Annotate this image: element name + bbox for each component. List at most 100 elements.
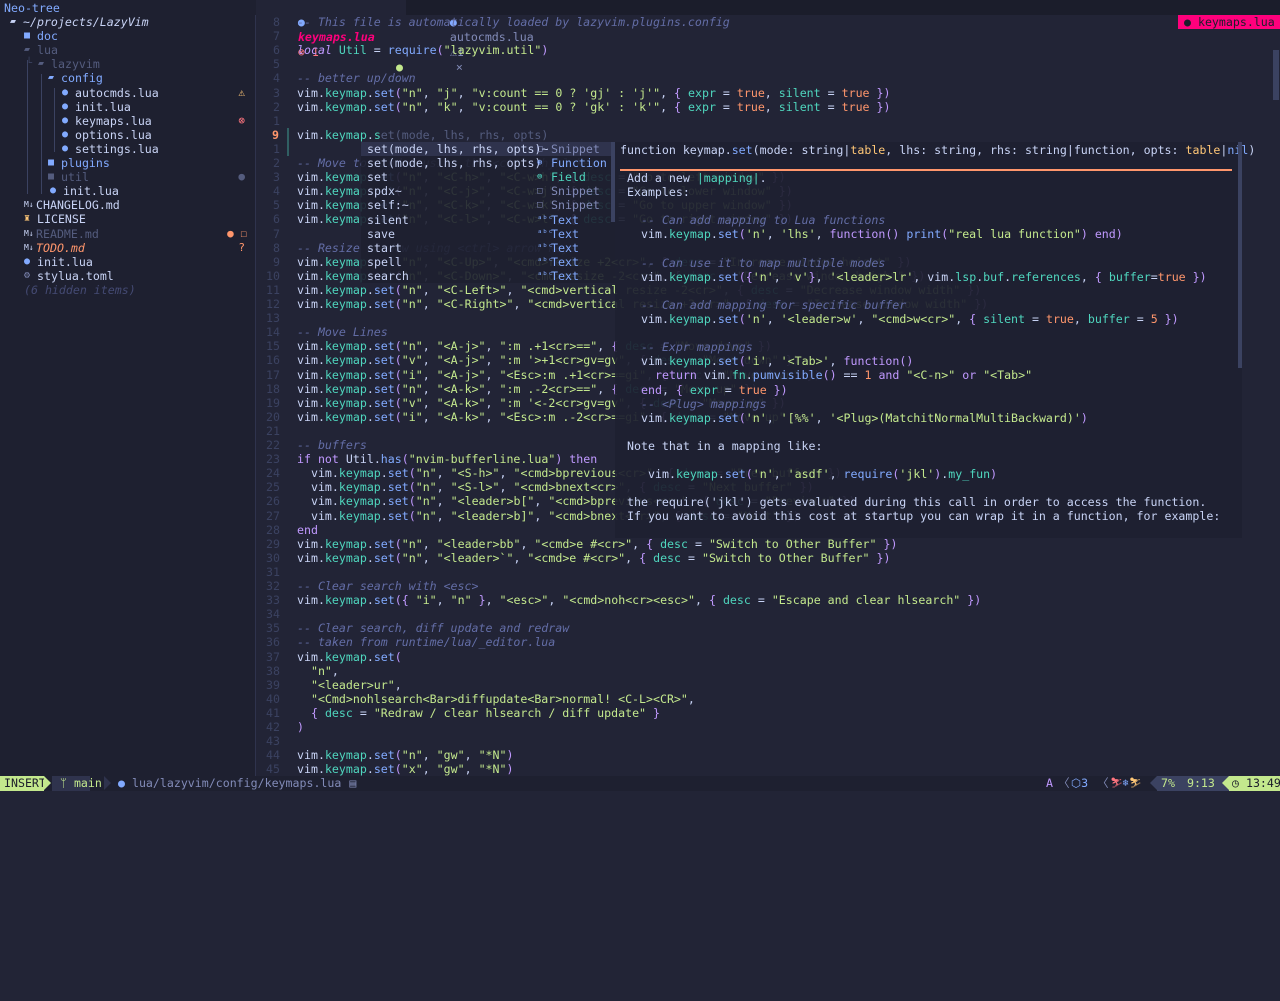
code-line[interactable]: vim.keymap.set( bbox=[297, 650, 402, 664]
code-line[interactable]: "n", bbox=[297, 664, 339, 678]
code-line[interactable]: local Util = require("lazyvim.util") bbox=[297, 43, 548, 57]
completion-item[interactable]: save ᵃᵇᶜ Text bbox=[361, 227, 611, 241]
tab-autocmds[interactable]: ● autocmds.lua ⚠1 × bbox=[408, 0, 538, 74]
completion-item[interactable]: start ᵃᵇᶜ Text bbox=[361, 241, 611, 255]
completion-item[interactable]: spell ᵃᵇᶜ Text bbox=[361, 255, 611, 269]
code-token: -- taken from runtime/lua/_editor.lua bbox=[297, 635, 556, 650]
code-token: vim bbox=[297, 339, 318, 354]
editor-scrollbar[interactable] bbox=[1273, 50, 1279, 100]
completion-item[interactable]: spdx~ □ Snippet bbox=[361, 184, 611, 198]
completion-item[interactable]: set(mode, lhs, rhs, opts)~ □ Snippet bbox=[361, 142, 611, 157]
code-token: keymap bbox=[324, 297, 367, 311]
tree-item[interactable]: ⚙ stylua.toml bbox=[0, 269, 255, 283]
completion-item[interactable]: self:~ □ Snippet bbox=[361, 198, 611, 212]
code-line[interactable]: { desc = "Redraw / clear hlsearch / diff… bbox=[297, 706, 660, 720]
code-token: s bbox=[373, 127, 381, 142]
completion-item[interactable]: set(mode, lhs, rhs, opts) ⊛ Function bbox=[361, 156, 611, 170]
tree-item[interactable]: ▰ ~/projects/LazyVim bbox=[0, 15, 255, 29]
tree-item[interactable]: ● init.lua bbox=[0, 255, 255, 269]
code-token: "n" bbox=[415, 466, 437, 481]
separator-chevron: 〈 bbox=[1097, 776, 1109, 790]
code-token: . bbox=[710, 354, 718, 369]
tree-item[interactable]: ● init.lua bbox=[0, 100, 255, 114]
tree-item[interactable]: ▰ config bbox=[0, 71, 255, 85]
tree-item[interactable]: ● autocmds.lua ⚠ bbox=[0, 86, 255, 100]
code-line[interactable]: -- better up/down bbox=[297, 71, 416, 85]
code-token: , bbox=[436, 593, 444, 608]
code-line[interactable]: end bbox=[297, 523, 318, 537]
code-line[interactable]: vim.keymap.set(mode, lhs, rhs, opts) bbox=[297, 128, 548, 142]
line-number: 18 bbox=[266, 381, 280, 396]
code-line[interactable]: -- buffers bbox=[297, 438, 367, 452]
code-line[interactable]: -- This file is automatically loaded by … bbox=[297, 15, 730, 29]
tree-item[interactable]: ● settings.lua bbox=[0, 142, 255, 156]
git-branch[interactable]: ᛘ main bbox=[52, 776, 102, 791]
completion-item[interactable]: silent ᵃᵇᶜ Text bbox=[361, 213, 611, 227]
line-number: 17 bbox=[266, 367, 280, 382]
code-line[interactable]: vim.keymap.set("n", "gw", "*N") bbox=[297, 748, 513, 762]
code-line[interactable]: vim.keymap.set("n", "k", "v:count == 0 ?… bbox=[297, 100, 890, 114]
code-token: "n" bbox=[401, 748, 423, 763]
code-token: = bbox=[1136, 312, 1144, 326]
tree-item[interactable]: M↓ README.md ● ☐ bbox=[0, 227, 255, 241]
code-line[interactable]: vim.keymap.set("n", "<leader>bb", "<cmd>… bbox=[297, 537, 897, 551]
code-line[interactable]: -- Clear search, diff update and redraw bbox=[297, 621, 569, 635]
code-token: ( bbox=[394, 367, 402, 382]
code-line[interactable]: -- taken from runtime/lua/_editor.lua bbox=[297, 635, 555, 649]
code-token: desc bbox=[653, 550, 682, 565]
close-tab-button[interactable]: × bbox=[456, 60, 463, 74]
code-token: vim bbox=[297, 762, 318, 777]
code-token: , bbox=[815, 410, 823, 425]
code-token: "<A-k>" bbox=[436, 381, 486, 396]
tree-item[interactable]: └ ▰ lazyvim bbox=[0, 57, 255, 71]
code-line[interactable]: "<leader>ur", bbox=[297, 678, 402, 692]
code-token: . bbox=[366, 762, 374, 777]
code-token: "v:count == 0 ? 'gj' : 'j'" bbox=[471, 85, 661, 100]
tree-item[interactable]: ● keymaps.lua ⊗ bbox=[0, 114, 255, 128]
code-line[interactable]: vim.keymap.set({ "i", "n" }, "<esc>", "<… bbox=[297, 593, 981, 607]
tree-item[interactable]: ● options.lua bbox=[0, 128, 255, 142]
tree-item[interactable]: ■ plugins bbox=[0, 156, 255, 170]
tree-item[interactable]: ▰ lua bbox=[0, 43, 255, 57]
completion-item[interactable]: search ᵃᵇᶜ Text bbox=[361, 269, 611, 283]
completion-label: spell bbox=[367, 254, 402, 269]
tree-item[interactable]: ● init.lua bbox=[0, 184, 255, 198]
doc-scrollbar[interactable] bbox=[1238, 142, 1242, 368]
code-token: . bbox=[331, 480, 339, 495]
code-token: references bbox=[1011, 269, 1081, 284]
code-line[interactable]: vim.keymap.set("n", "<leader>`", "<cmd>e… bbox=[297, 551, 890, 565]
code-token: vim bbox=[297, 593, 318, 608]
code-token: vim bbox=[297, 85, 318, 100]
lsp-clients[interactable]: ⬡3 bbox=[1071, 776, 1088, 791]
code-token: , bbox=[485, 367, 493, 382]
tab-keymaps[interactable]: ● keymaps.lua ⊗ 1 ● bbox=[256, 0, 406, 74]
code-token: buffer bbox=[1108, 269, 1151, 284]
code-token: . bbox=[317, 85, 325, 100]
tree-item[interactable]: (6 hidden items) bbox=[0, 283, 255, 297]
tree-item[interactable]: M↓ CHANGELOG.md bbox=[0, 198, 255, 212]
tree-item[interactable]: M↓ TODO.md? bbox=[0, 241, 255, 255]
code-token: true bbox=[1045, 312, 1074, 326]
tree-item[interactable]: ♜ LICENSE bbox=[0, 212, 255, 226]
line-number: 1 bbox=[273, 113, 280, 128]
code-token: , bbox=[436, 508, 444, 523]
code-line[interactable]: -- Clear search with <esc> bbox=[297, 579, 478, 593]
code-line[interactable]: ) bbox=[297, 720, 304, 734]
tree-item[interactable]: ■ doc bbox=[0, 29, 255, 43]
code-token: , bbox=[422, 99, 430, 114]
completion-item[interactable]: set ⊜ Field bbox=[361, 170, 611, 184]
code-line[interactable]: vim.keymap.set("x", "gw", "*N") bbox=[297, 762, 513, 776]
code-line[interactable]: "<Cmd>nohlsearch<Bar>diffupdate<Bar>norm… bbox=[297, 692, 695, 706]
doc-line: return vim.fn.pumvisible() == 1 and "<C-… bbox=[655, 368, 1032, 382]
code-line[interactable]: -- Move Lines bbox=[297, 325, 388, 339]
lua-icon: ● bbox=[62, 128, 69, 140]
tree-item[interactable]: ■ util ● bbox=[0, 170, 255, 184]
code-token: , bbox=[766, 410, 774, 425]
code-line[interactable]: vim.keymap.set("n", "j", "v:count == 0 ?… bbox=[297, 86, 890, 100]
code-line[interactable]: if not Util.has("nvim-bufferline.lua") t… bbox=[297, 452, 597, 466]
